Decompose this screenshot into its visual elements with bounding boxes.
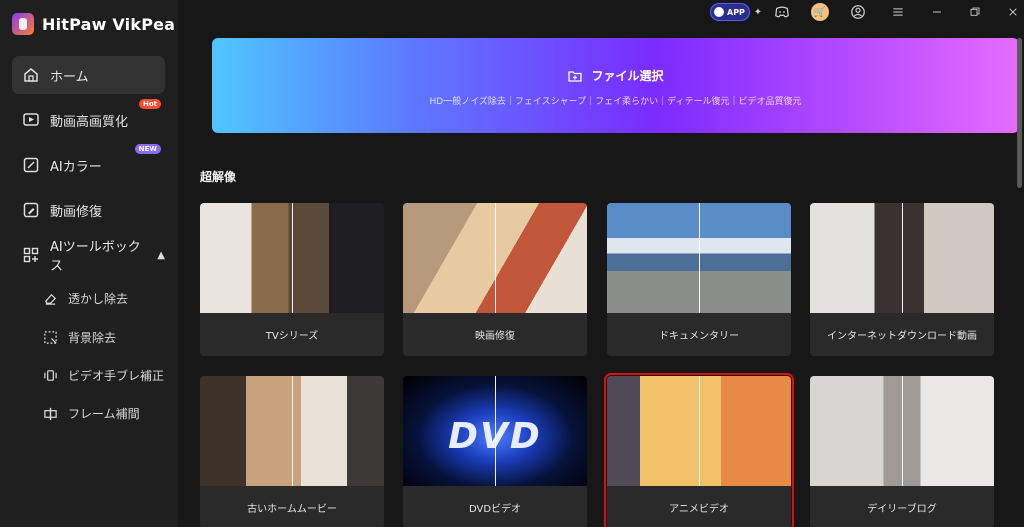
model-card-internet-video[interactable]: インターネットダウンロード動画 [810, 203, 994, 356]
app-download-button[interactable]: APP [710, 3, 750, 21]
model-card-movie-restore[interactable]: 映画修復 [403, 203, 587, 356]
card-label: インターネットダウンロード動画 [827, 331, 977, 342]
restore-icon[interactable] [966, 3, 984, 21]
card-thumbnail [810, 203, 994, 313]
eraser-icon [42, 290, 58, 306]
card-label: アニメビデオ [669, 504, 729, 515]
folder-add-icon [567, 68, 583, 84]
close-icon[interactable] [1004, 3, 1022, 21]
sidebar-subitem-label: 透かし除去 [68, 291, 129, 306]
card-thumbnail [200, 203, 384, 313]
sidebar-item-ai-color[interactable]: AIカラー NEW [12, 144, 165, 184]
hot-badge: Hot [138, 99, 161, 109]
card-label: 古いホームムービー [247, 504, 337, 515]
sidebar-item-label: AIツールボックス [50, 240, 141, 274]
sidebar-subitem-label: 背景除去 [68, 330, 117, 345]
uhd-video-icon [22, 111, 40, 129]
sidebar-item-home[interactable]: ホーム [12, 56, 165, 94]
sidebar-subitem-watermark-remove[interactable]: 透かし除去 [42, 287, 128, 309]
cart-icon[interactable]: 🛒 [811, 3, 829, 21]
model-card-dvd-video[interactable]: DVD DVDビデオ [403, 376, 587, 527]
model-card-documentary[interactable]: ドキュメンタリー [607, 203, 791, 356]
toolbox-icon [22, 246, 40, 264]
minimize-icon[interactable] [928, 3, 946, 21]
repair-icon [22, 201, 40, 219]
home-icon [22, 66, 40, 84]
sparkle-icon: ✦ [753, 6, 763, 18]
card-thumbnail [810, 376, 994, 486]
discord-icon[interactable] [773, 3, 791, 21]
sidebar-item-ai-toolbox[interactable]: AIツールボックス ▲ [12, 236, 165, 274]
model-card-anime-video[interactable]: アニメビデオ [604, 373, 794, 527]
background-remove-icon [42, 329, 58, 345]
file-select-banner[interactable]: ファイル選択 HD一般ノイズ除去｜フェイスシャープ｜フェイ柔らかい｜ディテール復… [212, 38, 1019, 133]
sidebar-subitem-label: ビデオ手ブレ補正 [68, 368, 165, 383]
sidebar-item-video-enhance[interactable]: 動画高画質化 Hot [12, 99, 165, 139]
model-card-daily-vlog[interactable]: デイリーブログ [810, 376, 994, 527]
app-logo-icon [12, 13, 34, 35]
sidebar-subitem-stabilize[interactable]: ビデオ手ブレ補正 [42, 364, 164, 386]
scrollbar[interactable] [1017, 38, 1022, 188]
card-thumbnail: DVD [403, 376, 587, 486]
section-title: 超解像 [200, 170, 237, 184]
ai-color-icon [22, 156, 40, 174]
card-label: 映画修復 [475, 331, 515, 342]
model-card-home-movie[interactable]: 古いホームムービー [200, 376, 384, 527]
brand: HitPaw VikPea [12, 12, 175, 36]
app-pill-label: APP [727, 7, 745, 17]
sidebar-item-label: 動画修復 [50, 204, 103, 220]
card-label: デイリーブログ [867, 504, 937, 515]
model-card-tv-series[interactable]: TVシリーズ [200, 203, 384, 356]
card-label: TVシリーズ [265, 331, 319, 342]
new-badge: NEW [134, 144, 161, 154]
sidebar-subitem-background-remove[interactable]: 背景除去 [42, 326, 116, 348]
card-thumbnail [607, 376, 791, 486]
app-window: HitPaw VikPea ホーム 動画高画質化 Hot AIカラー NEW 動… [0, 0, 1024, 527]
sidebar-subitem-label: フレーム補間 [68, 406, 140, 421]
sidebar-item-label: 動画高画質化 [50, 114, 129, 130]
sidebar-item-label: ホーム [50, 69, 89, 85]
card-thumbnail [200, 376, 384, 486]
card-thumbnail [403, 203, 587, 313]
menu-icon[interactable] [889, 3, 907, 21]
file-select-label: ファイル選択 [591, 69, 664, 83]
title-bar: APP ✦ 🛒 [700, 0, 1024, 24]
card-thumbnail [607, 203, 791, 313]
caret-up-icon: ▲ [157, 249, 165, 261]
phone-icon [714, 7, 724, 17]
sidebar-item-label: AIカラー [50, 159, 102, 175]
sidebar: HitPaw VikPea ホーム 動画高画質化 Hot AIカラー NEW 動… [0, 0, 178, 527]
app-title: HitPaw VikPea [42, 14, 176, 34]
sidebar-subitem-frame-interpolation[interactable]: フレーム補間 [42, 402, 140, 424]
card-label: DVDビデオ [468, 504, 522, 515]
sidebar-item-repair[interactable]: 動画修復 [12, 191, 165, 229]
stabilize-icon [42, 367, 58, 383]
dvd-logo-text: DVD [448, 416, 542, 457]
card-label: ドキュメンタリー [659, 331, 739, 342]
account-icon[interactable] [849, 3, 867, 21]
feature-list: HD一般ノイズ除去｜フェイスシャープ｜フェイ柔らかい｜ディテール復元｜ビデオ品質… [429, 97, 802, 107]
frame-interpolation-icon [42, 405, 58, 421]
file-select-title: ファイル選択 [212, 67, 1019, 84]
